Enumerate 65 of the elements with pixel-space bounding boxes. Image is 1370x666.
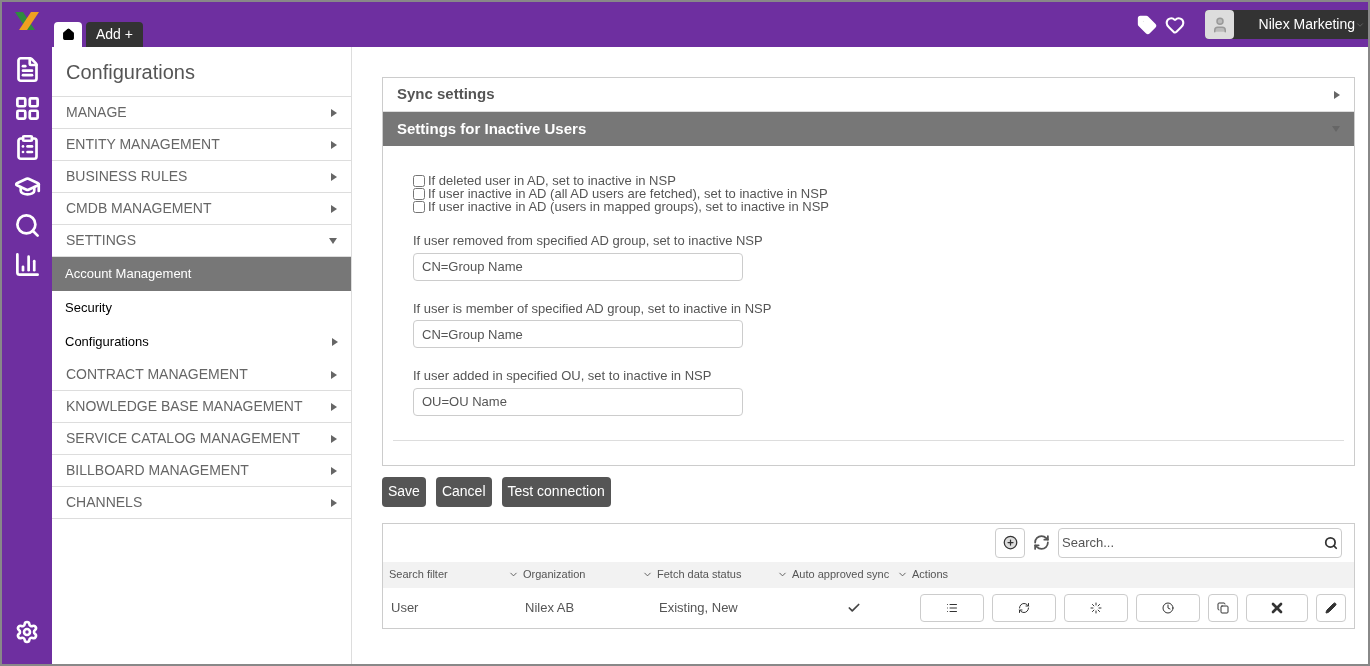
sidebar-item[interactable]: ENTITY MANAGEMENT (52, 129, 351, 161)
action-button[interactable]: Cancel (435, 476, 492, 507)
checkbox[interactable] (413, 200, 425, 213)
sidebar-item[interactable]: MANAGE (52, 97, 351, 129)
sidebar-item[interactable]: CONTRACT MANAGEMENT (52, 359, 351, 391)
plus-icon (1002, 535, 1018, 550)
user-menu[interactable]: Nilex Marketing (1205, 10, 1368, 39)
add-tab[interactable]: Add + (86, 22, 143, 47)
input-field[interactable]: CN=Group Name (413, 320, 743, 348)
delete-button[interactable] (1246, 593, 1308, 622)
sidebar-subitem[interactable]: Security (52, 291, 351, 325)
input-field[interactable]: OU=OU Name (413, 387, 743, 416)
column-header[interactable]: Actions (912, 566, 972, 583)
checkbox-label: If deleted user in AD, set to inactive in NSP (428, 174, 676, 187)
column-header[interactable]: Fetch data status (657, 566, 792, 583)
clock-icon (1162, 601, 1174, 614)
logo-icon (13, 10, 41, 32)
table-cell-text: Nilex AB (525, 598, 576, 617)
sidebar-subitem[interactable]: Configurations (52, 325, 351, 359)
checkbox[interactable] (413, 187, 425, 200)
checkbox-label: If user inactive in AD (users in mapped groups), set to inactive in NSP (428, 200, 830, 213)
tag-icon[interactable] (1137, 14, 1157, 35)
search-icon[interactable] (13, 212, 41, 239)
field-label: If user removed from specified AD group, set to inactive NSP (413, 232, 764, 250)
heart-icon[interactable] (1165, 14, 1185, 35)
home-tab[interactable] (54, 22, 82, 47)
sidebar-item[interactable]: KNOWLEDGE BASE MANAGEMENT (52, 391, 351, 423)
checkbox[interactable] (413, 174, 425, 187)
caret-right-icon (1334, 90, 1340, 99)
row-action-button[interactable] (1136, 593, 1200, 622)
search-field[interactable]: Search... (1058, 527, 1342, 558)
refresh-icon[interactable] (1033, 534, 1050, 551)
settings-icon[interactable] (15, 620, 39, 644)
avatar-icon (1205, 10, 1234, 39)
sidebar-item[interactable]: BUSINESS RULES (52, 161, 351, 193)
home-icon (61, 28, 75, 41)
add-button[interactable] (995, 527, 1025, 558)
column-header[interactable]: Organization (523, 566, 657, 583)
column-header[interactable]: Search filter (389, 566, 523, 583)
list-icon (946, 601, 958, 614)
field-label: If user added in specified OU, set to inactive in NSP (413, 367, 713, 385)
field-label: If user is member of specified AD group, set to inactive in NSP (413, 299, 773, 318)
spinner-icon (1090, 601, 1102, 614)
sidebar-item[interactable]: SERVICE CATALOG MANAGEMENT (52, 423, 351, 455)
table-cell-text: Existing, New (659, 598, 739, 617)
panel-header[interactable]: Settings for Inactive Users (383, 112, 1354, 146)
copy-icon (1217, 601, 1229, 614)
sidebar-item[interactable]: CHANNELS (52, 487, 351, 519)
copy-button[interactable] (1208, 593, 1238, 622)
sidebar-subitem[interactable]: Account Management (52, 257, 351, 291)
input-field[interactable]: CN=Group Name (413, 252, 743, 281)
sidebar-item[interactable]: BILLBOARD MANAGEMENT (52, 455, 351, 487)
sidebar-item[interactable]: CMDB MANAGEMENT (52, 193, 351, 225)
edit-button[interactable] (1316, 593, 1346, 622)
action-button[interactable]: Save (382, 476, 426, 507)
search-icon (1324, 535, 1338, 550)
checkbox-label: If user inactive in AD (all AD users are fetched), set to inactive in NSP (428, 187, 828, 200)
sidebar-title: Configurations (52, 47, 351, 97)
refresh-icon (1018, 601, 1030, 614)
grid-icon[interactable] (13, 95, 41, 122)
column-header[interactable]: Auto approved sync (792, 566, 912, 583)
table-cell-text: User (391, 598, 420, 617)
bar-chart-icon[interactable] (13, 251, 41, 278)
action-button[interactable]: Test connection (501, 476, 611, 507)
pencil-icon (1325, 601, 1337, 614)
